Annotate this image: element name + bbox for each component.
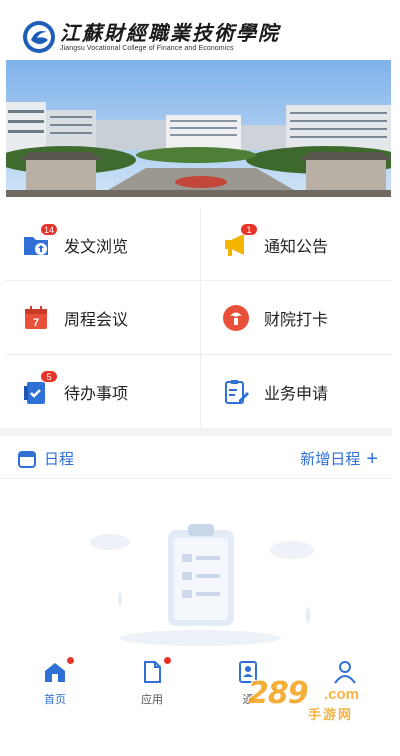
shortcut-weekly-meeting[interactable]: 7 周程会议 bbox=[0, 281, 196, 354]
shortcut-label: 通知公告 bbox=[264, 238, 329, 256]
tab-home[interactable]: 首页 bbox=[20, 657, 90, 707]
plus-icon: + bbox=[366, 447, 378, 470]
empty-schedule-illustration bbox=[90, 524, 314, 646]
calendar-icon bbox=[18, 450, 36, 468]
unread-badge: 14 bbox=[39, 222, 58, 236]
form-edit-icon bbox=[222, 378, 250, 406]
add-schedule-label: 新增日程 bbox=[300, 451, 361, 468]
shortcut-label: 财院打卡 bbox=[264, 311, 329, 329]
document-icon bbox=[139, 657, 171, 685]
tab-apps[interactable]: 应用 bbox=[117, 657, 187, 707]
watermark-cn: 手游网 bbox=[308, 707, 354, 722]
campus-banner-image[interactable] bbox=[6, 60, 391, 197]
schedule-title-label: 日程 bbox=[44, 451, 75, 468]
shortcut-business-apply[interactable]: 业务申请 bbox=[200, 355, 396, 428]
calendar-7-icon: 7 bbox=[22, 304, 50, 332]
divider bbox=[0, 478, 392, 479]
app-header: 江蘇財經職業技術學院 Jiangsu Vocational College of… bbox=[0, 0, 400, 60]
watermark-number: 289 bbox=[248, 676, 309, 711]
shortcut-label: 业务申请 bbox=[264, 385, 329, 403]
todo-check-icon: 5 bbox=[22, 369, 58, 406]
notification-dot bbox=[67, 657, 74, 664]
college-name: 江蘇財經職業技術學院 Jiangsu Vocational College of… bbox=[60, 22, 280, 52]
section-gap bbox=[0, 428, 392, 436]
college-name-cn: 江蘇財經職業技術學院 bbox=[60, 21, 280, 45]
shortcut-document-browse[interactable]: 14 发文浏览 bbox=[0, 208, 196, 281]
home-icon bbox=[42, 657, 74, 685]
schedule-title[interactable]: 日程 bbox=[18, 448, 74, 469]
shortcut-todo[interactable]: 5 待办事项 bbox=[0, 355, 196, 428]
college-name-en: Jiangsu Vocational College of Finance an… bbox=[60, 45, 234, 52]
tab-label: 应用 bbox=[141, 694, 163, 706]
shortcut-label: 发文浏览 bbox=[64, 238, 129, 256]
shortcut-label: 周程会议 bbox=[64, 311, 129, 329]
megaphone-icon: 1 bbox=[222, 222, 258, 259]
college-logo-icon bbox=[23, 21, 55, 53]
svg-text:7: 7 bbox=[33, 317, 39, 329]
folder-upload-icon: 14 bbox=[22, 222, 58, 259]
shortcut-clock-in[interactable]: 财院打卡 bbox=[200, 281, 396, 354]
unread-badge: 5 bbox=[40, 369, 58, 383]
shortcut-label: 待办事项 bbox=[64, 385, 129, 403]
unread-badge: 1 bbox=[240, 222, 258, 236]
watermark-domain: .com bbox=[324, 686, 360, 703]
notification-dot bbox=[164, 657, 171, 664]
shortcut-notice[interactable]: 1 通知公告 bbox=[200, 208, 396, 281]
site-watermark: 289 .com 手游网 bbox=[232, 676, 382, 726]
schedule-bar: 日程 新增日程 + bbox=[0, 440, 392, 476]
add-schedule-button[interactable]: 新增日程 + bbox=[300, 448, 378, 469]
tab-label: 首页 bbox=[44, 694, 66, 706]
clock-in-icon bbox=[222, 304, 250, 332]
app-shortcut-grid: 14 发文浏览 1 通知公告 7 周程会议 财院打卡 5 待办事项 业务申请 bbox=[0, 208, 392, 428]
